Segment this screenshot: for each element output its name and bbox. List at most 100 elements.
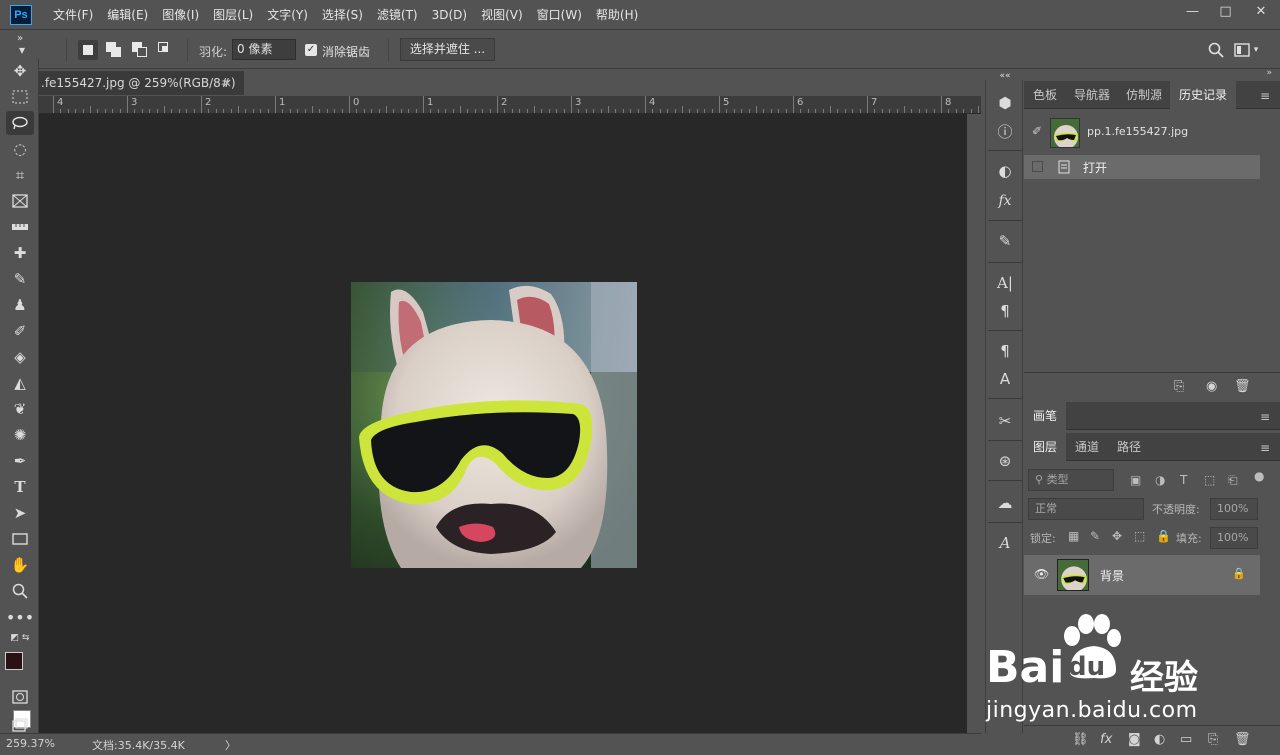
layer-filter-select[interactable]: ⚲ 类型 <box>1028 469 1114 491</box>
character-panel-button[interactable]: A| <box>994 272 1016 294</box>
maximize-button[interactable]: □ <box>1209 0 1242 22</box>
history-state-open[interactable]: 打开 <box>1024 155 1260 179</box>
minimize-button[interactable]: — <box>1176 0 1209 22</box>
new-selection-button[interactable] <box>78 40 98 60</box>
search-button[interactable] <box>1202 38 1230 62</box>
add-mask-icon[interactable]: ◙ <box>1128 732 1141 747</box>
styles-panel-button[interactable]: fx <box>994 190 1016 212</box>
add-selection-button[interactable] <box>104 40 124 60</box>
paragraph-styles-button[interactable]: ¶ <box>994 340 1016 362</box>
menu-edit[interactable]: 编辑(E) <box>107 6 148 23</box>
link-layers-icon[interactable]: ⛓ <box>1072 732 1089 747</box>
adjustment-layer-icon[interactable]: ◐ <box>1154 732 1165 747</box>
history-scroll-track[interactable] <box>1260 109 1280 372</box>
lock-transparent-icon[interactable]: ▦ <box>1068 529 1079 543</box>
layer-style-icon[interactable]: fx <box>1100 732 1112 747</box>
tab-brushes[interactable]: 画笔 <box>1024 402 1066 430</box>
filter-pixel-icon[interactable]: ▣ <box>1130 473 1141 487</box>
filter-shape-icon[interactable]: ⬚ <box>1204 473 1215 487</box>
brush-settings-button[interactable]: ✎ <box>994 230 1016 252</box>
libraries-button[interactable]: ☁ <box>994 492 1016 514</box>
antialias-checkbox[interactable]: ✓ <box>305 44 317 56</box>
new-group-icon[interactable]: ▭ <box>1180 732 1192 747</box>
properties-button[interactable]: ⊛ <box>994 450 1016 472</box>
crop-tool[interactable]: ⌗ <box>6 163 34 187</box>
dock-collapse-icon[interactable]: «« <box>994 70 1016 82</box>
workspace-switcher[interactable]: ▾ <box>1232 38 1260 62</box>
rectangle-tool[interactable] <box>6 527 34 551</box>
trash-icon[interactable]: 🗑 <box>1234 379 1251 394</box>
filter-smart-object-icon[interactable]: ⎗ <box>1228 473 1238 488</box>
layer-row[interactable]: 👁 背景 🔒 <box>1024 555 1260 595</box>
history-brush-source-icon[interactable]: ✐ <box>1032 124 1042 138</box>
status-menu-arrow[interactable]: 〉 <box>225 737 236 753</box>
hand-tool[interactable]: ✋ <box>6 553 34 577</box>
history-snapshot[interactable]: ✐ pp.1.fe155427.jpg <box>1024 115 1260 149</box>
pen-tool[interactable]: ✒ <box>6 449 34 473</box>
healing-brush-tool[interactable]: ✚ <box>6 241 34 265</box>
feather-input[interactable]: 0 像素 <box>232 39 296 60</box>
lock-artboard-icon[interactable]: ⬚ <box>1134 529 1145 543</box>
character-styles-button[interactable]: A <box>994 368 1016 390</box>
panel-menu-icon[interactable]: ≡ <box>1260 410 1270 424</box>
tab-swatches[interactable]: 色板 <box>1024 81 1066 109</box>
quick-mask-button[interactable] <box>6 685 34 709</box>
path-selection-tool[interactable]: ➤ <box>6 501 34 525</box>
tab-layers[interactable]: 图层 <box>1024 433 1066 461</box>
document-image[interactable] <box>351 282 637 568</box>
info-panel-button[interactable]: ⓘ <box>994 120 1016 142</box>
close-button[interactable]: ✕ <box>1242 0 1280 22</box>
foreground-color-swatch[interactable] <box>5 652 23 670</box>
intersect-selection-button[interactable] <box>156 40 176 60</box>
quick-selection-tool[interactable]: ◌ <box>6 137 34 161</box>
tab-clone-source[interactable]: 仿制源 <box>1118 81 1170 109</box>
zoom-level[interactable]: 259.37% <box>6 737 55 750</box>
history-source-checkbox[interactable] <box>1032 161 1043 172</box>
filter-adjustment-icon[interactable]: ◑ <box>1155 473 1165 487</box>
tab-history[interactable]: 历史记录 <box>1170 81 1236 109</box>
dodge-tool[interactable]: ✺ <box>6 423 34 447</box>
menu-filter[interactable]: 滤镜(T) <box>377 6 418 23</box>
lasso-tool[interactable] <box>6 111 34 135</box>
panel-menu-icon[interactable]: ≡ <box>1260 89 1270 103</box>
menu-type[interactable]: 文字(Y) <box>267 6 308 23</box>
3d-panel-button[interactable]: ⬢ <box>994 92 1016 114</box>
tab-channels[interactable]: 通道 <box>1066 433 1108 461</box>
swap-colors-button[interactable]: ◩ ⇆ <box>6 631 34 645</box>
type-tool[interactable]: T <box>6 475 34 499</box>
close-tab-icon[interactable]: × <box>222 71 232 95</box>
lock-all-icon[interactable]: 🔒 <box>1156 529 1171 543</box>
menu-view[interactable]: 视图(V) <box>481 6 523 23</box>
tool-presets-button[interactable]: ✂ <box>994 410 1016 432</box>
vertical-scrollbar[interactable] <box>967 114 981 733</box>
menu-file[interactable]: 文件(F) <box>53 6 93 23</box>
fill-input[interactable]: 100% <box>1210 527 1258 549</box>
new-layer-icon[interactable]: ⎘ <box>1208 732 1218 747</box>
select-and-mask-button[interactable]: 选择并遮住 ... <box>400 38 495 61</box>
filter-type-icon[interactable]: T <box>1180 473 1187 487</box>
menu-select[interactable]: 选择(S) <box>322 6 363 23</box>
clone-stamp-tool[interactable]: ♟ <box>6 293 34 317</box>
document-tab[interactable]: .fe155427.jpg @ 259%(RGB/8#) × <box>39 71 244 95</box>
paint-bucket-tool[interactable]: ◭ <box>6 371 34 395</box>
delete-layer-icon[interactable]: 🗑 <box>1234 732 1251 747</box>
subtract-selection-button[interactable] <box>130 40 150 60</box>
history-brush-tool[interactable]: ✐ <box>6 319 34 343</box>
lock-position-icon[interactable]: ✥ <box>1112 529 1122 543</box>
eye-icon[interactable]: 👁 <box>1034 567 1049 581</box>
menu-3d[interactable]: 3D(D) <box>432 8 467 22</box>
toolbar-collapse-icon[interactable]: » <box>6 31 34 45</box>
zoom-tool[interactable] <box>6 579 34 603</box>
tab-paths[interactable]: 路径 <box>1108 433 1150 461</box>
menu-image[interactable]: 图像(I) <box>162 6 199 23</box>
blend-mode-select[interactable]: 正常 <box>1028 498 1144 520</box>
eraser-tool[interactable]: ◈ <box>6 345 34 369</box>
opacity-input[interactable]: 100% <box>1210 498 1258 520</box>
frame-tool[interactable] <box>6 189 34 213</box>
panel-collapse-icon[interactable]: » <box>1266 68 1272 78</box>
move-tool[interactable]: ✥ <box>6 59 34 83</box>
menu-help[interactable]: 帮助(H) <box>596 6 638 23</box>
new-document-from-state-icon[interactable]: ⎘ <box>1174 379 1184 394</box>
blur-tool[interactable]: ❦ <box>6 397 34 421</box>
brush-tool[interactable]: ✎ <box>6 267 34 291</box>
